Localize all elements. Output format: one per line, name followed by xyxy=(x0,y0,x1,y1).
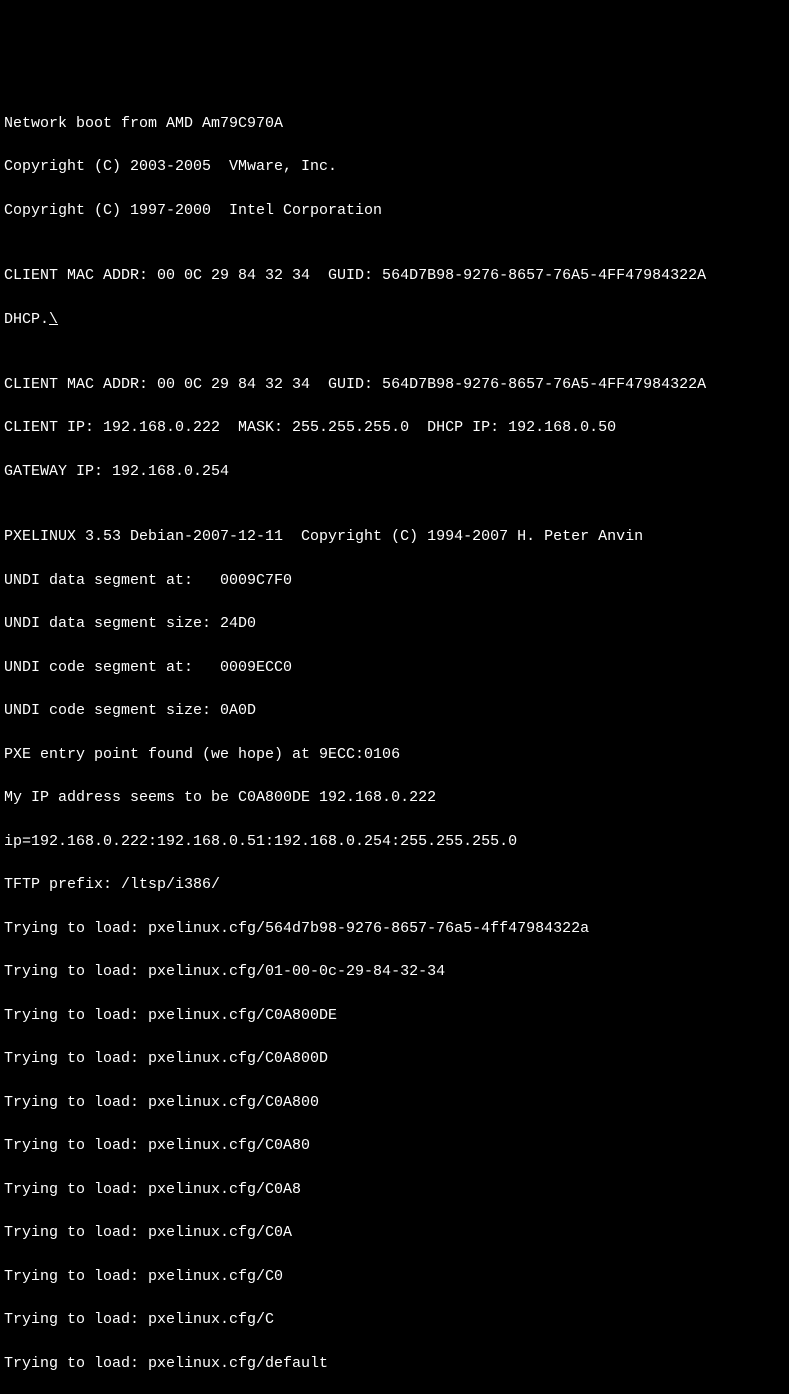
boot-line: GATEWAY IP: 192.168.0.254 xyxy=(4,461,789,483)
boot-line: CLIENT MAC ADDR: 00 0C 29 84 32 34 GUID:… xyxy=(4,265,789,287)
boot-line: TFTP prefix: /ltsp/i386/ xyxy=(4,874,789,896)
boot-line: Network boot from AMD Am79C970A xyxy=(4,113,789,135)
boot-line: Trying to load: pxelinux.cfg/C0A80 xyxy=(4,1135,789,1157)
boot-line: PXELINUX 3.53 Debian-2007-12-11 Copyrigh… xyxy=(4,526,789,548)
boot-line: Trying to load: pxelinux.cfg/C0 xyxy=(4,1266,789,1288)
boot-line: Trying to load: pxelinux.cfg/564d7b98-92… xyxy=(4,918,789,940)
dhcp-spinner: \ xyxy=(49,311,58,328)
boot-line: PXE entry point found (we hope) at 9ECC:… xyxy=(4,744,789,766)
boot-line: Trying to load: pxelinux.cfg/01-00-0c-29… xyxy=(4,961,789,983)
boot-line: UNDI data segment size: 24D0 xyxy=(4,613,789,635)
boot-line: UNDI code segment at: 0009ECC0 xyxy=(4,657,789,679)
boot-line: Trying to load: pxelinux.cfg/C0A800DE xyxy=(4,1005,789,1027)
boot-line: My IP address seems to be C0A800DE 192.1… xyxy=(4,787,789,809)
boot-line: Trying to load: pxelinux.cfg/C0A8 xyxy=(4,1179,789,1201)
boot-line: Trying to load: pxelinux.cfg/C0A xyxy=(4,1222,789,1244)
boot-line: UNDI code segment size: 0A0D xyxy=(4,700,789,722)
boot-line: Trying to load: pxelinux.cfg/C0A800D xyxy=(4,1048,789,1070)
boot-line: Trying to load: pxelinux.cfg/default xyxy=(4,1353,789,1375)
boot-line: Copyright (C) 2003-2005 VMware, Inc. xyxy=(4,156,789,178)
boot-line: Trying to load: pxelinux.cfg/C xyxy=(4,1309,789,1331)
dhcp-label: DHCP. xyxy=(4,311,49,328)
boot-line: UNDI data segment at: 0009C7F0 xyxy=(4,570,789,592)
boot-line: ip=192.168.0.222:192.168.0.51:192.168.0.… xyxy=(4,831,789,853)
boot-line: DHCP.\ xyxy=(4,309,789,331)
boot-line: CLIENT MAC ADDR: 00 0C 29 84 32 34 GUID:… xyxy=(4,374,789,396)
boot-line: Copyright (C) 1997-2000 Intel Corporatio… xyxy=(4,200,789,222)
boot-line: CLIENT IP: 192.168.0.222 MASK: 255.255.2… xyxy=(4,417,789,439)
boot-terminal: Network boot from AMD Am79C970A Copyrigh… xyxy=(0,87,789,1394)
boot-line: Trying to load: pxelinux.cfg/C0A800 xyxy=(4,1092,789,1114)
